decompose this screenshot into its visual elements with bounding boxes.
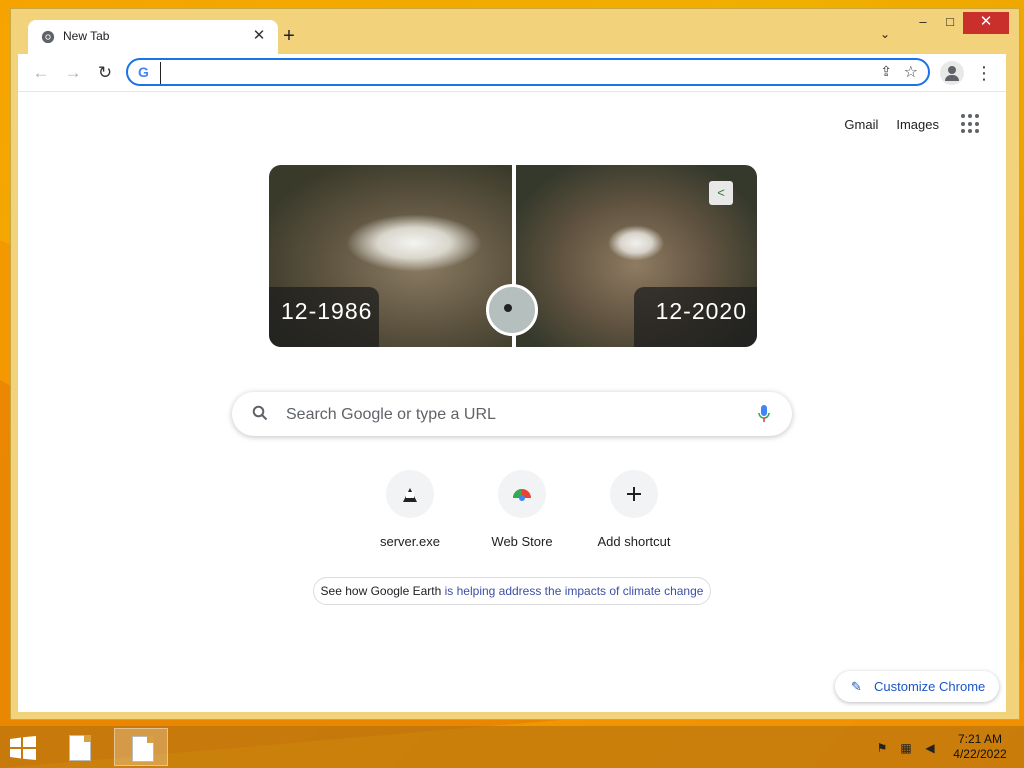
clock-date: 4/22/2022 bbox=[953, 747, 1007, 761]
address-input[interactable] bbox=[160, 62, 855, 84]
back-button[interactable]: ← bbox=[30, 62, 52, 84]
doodle-date-after: 12-2020 bbox=[634, 287, 757, 347]
taskbar: ⚑ ▦ ◀ 7:21 AM 4/22/2022 bbox=[0, 726, 1024, 768]
document-icon bbox=[69, 735, 91, 761]
tab-close-icon[interactable]: ✕ bbox=[249, 26, 269, 46]
gmail-link[interactable]: Gmail bbox=[844, 117, 878, 132]
google-g-icon: G bbox=[138, 64, 149, 80]
microphone-icon[interactable] bbox=[758, 405, 770, 423]
menu-icon[interactable]: ⋮ bbox=[974, 61, 994, 85]
action-center-flag-icon[interactable]: ⚑ bbox=[874, 740, 890, 756]
tab-search-icon[interactable]: ⌄ bbox=[875, 27, 895, 47]
plus-icon bbox=[610, 470, 658, 518]
search-box[interactable] bbox=[232, 392, 792, 436]
shortcut-label: Web Store bbox=[491, 534, 553, 549]
web-store-icon bbox=[498, 470, 546, 518]
images-link[interactable]: Images bbox=[896, 117, 939, 132]
taskbar-file-explorer[interactable] bbox=[52, 728, 106, 766]
document-icon bbox=[132, 736, 154, 762]
windows-start-icon[interactable] bbox=[8, 736, 38, 760]
doodle-slider-handle[interactable] bbox=[486, 284, 538, 336]
server-exe-icon bbox=[386, 470, 434, 518]
customize-chrome-button[interactable]: ✎ Customize Chrome bbox=[835, 671, 999, 702]
close-window-button[interactable]: ✕ bbox=[963, 12, 1009, 34]
shortcut-web-store[interactable]: Web Store bbox=[466, 470, 578, 560]
forward-button[interactable]: → bbox=[62, 62, 84, 84]
clock-time: 7:21 AM bbox=[957, 732, 1003, 746]
tab-new-tab[interactable]: New Tab ✕ bbox=[28, 20, 278, 54]
shortcut-label: Add shortcut bbox=[597, 534, 671, 549]
address-bar[interactable]: G ⇪ ☆ bbox=[126, 58, 930, 86]
earth-link-prefix: See how Google Earth bbox=[320, 584, 445, 598]
shortcut-label: server.exe bbox=[380, 534, 440, 549]
profile-avatar-icon[interactable] bbox=[940, 61, 964, 85]
climate-change-link[interactable]: See how Google Earth is helping address … bbox=[313, 577, 711, 605]
pencil-icon: ✎ bbox=[851, 679, 862, 694]
google-doodle[interactable]: 12-1986 12-2020 < bbox=[269, 165, 757, 347]
browser-toolbar: ← → ↻ G ⇪ ☆ ⋮ bbox=[18, 54, 1006, 92]
top-links: Gmail Images bbox=[826, 114, 981, 134]
doodle-share-icon[interactable]: < bbox=[709, 181, 733, 205]
customize-label: Customize Chrome bbox=[874, 679, 986, 694]
browser-window: New Tab ✕ + ⌄ – □ ✕ ← → ↻ G ⇪ ☆ ⋮ Gmail … bbox=[10, 8, 1020, 720]
share-icon[interactable]: ⇪ bbox=[880, 63, 892, 80]
taskbar-active-app[interactable] bbox=[114, 728, 168, 766]
add-shortcut-button[interactable]: Add shortcut bbox=[578, 470, 690, 560]
chrome-icon bbox=[41, 30, 55, 44]
shortcuts-row: server.exe Web Store Add shortcut bbox=[354, 470, 671, 560]
maximize-button[interactable]: □ bbox=[939, 12, 961, 34]
shortcut-server-exe[interactable]: server.exe bbox=[354, 470, 466, 560]
search-input[interactable] bbox=[284, 403, 728, 427]
new-tab-page: Gmail Images 12-1986 12-2020 < Search Go… bbox=[18, 92, 1006, 712]
system-clock[interactable]: 7:21 AM 4/22/2022 bbox=[948, 732, 1012, 762]
network-icon[interactable]: ▦ bbox=[898, 740, 914, 756]
tab-title: New Tab bbox=[63, 29, 110, 43]
doodle-date-before: 12-1986 bbox=[269, 287, 379, 347]
minimize-button[interactable]: – bbox=[913, 12, 933, 34]
volume-muted-icon[interactable]: ◀ bbox=[922, 740, 938, 756]
bookmark-star-icon[interactable]: ☆ bbox=[904, 62, 918, 82]
title-bar: New Tab ✕ + ⌄ – □ ✕ bbox=[11, 9, 1019, 54]
apps-grid-icon[interactable] bbox=[961, 114, 981, 134]
new-tab-button[interactable]: + bbox=[277, 25, 301, 49]
reload-button[interactable]: ↻ bbox=[94, 62, 116, 84]
search-icon bbox=[252, 405, 268, 421]
earth-link-text[interactable]: is helping address the impacts of climat… bbox=[445, 584, 704, 598]
